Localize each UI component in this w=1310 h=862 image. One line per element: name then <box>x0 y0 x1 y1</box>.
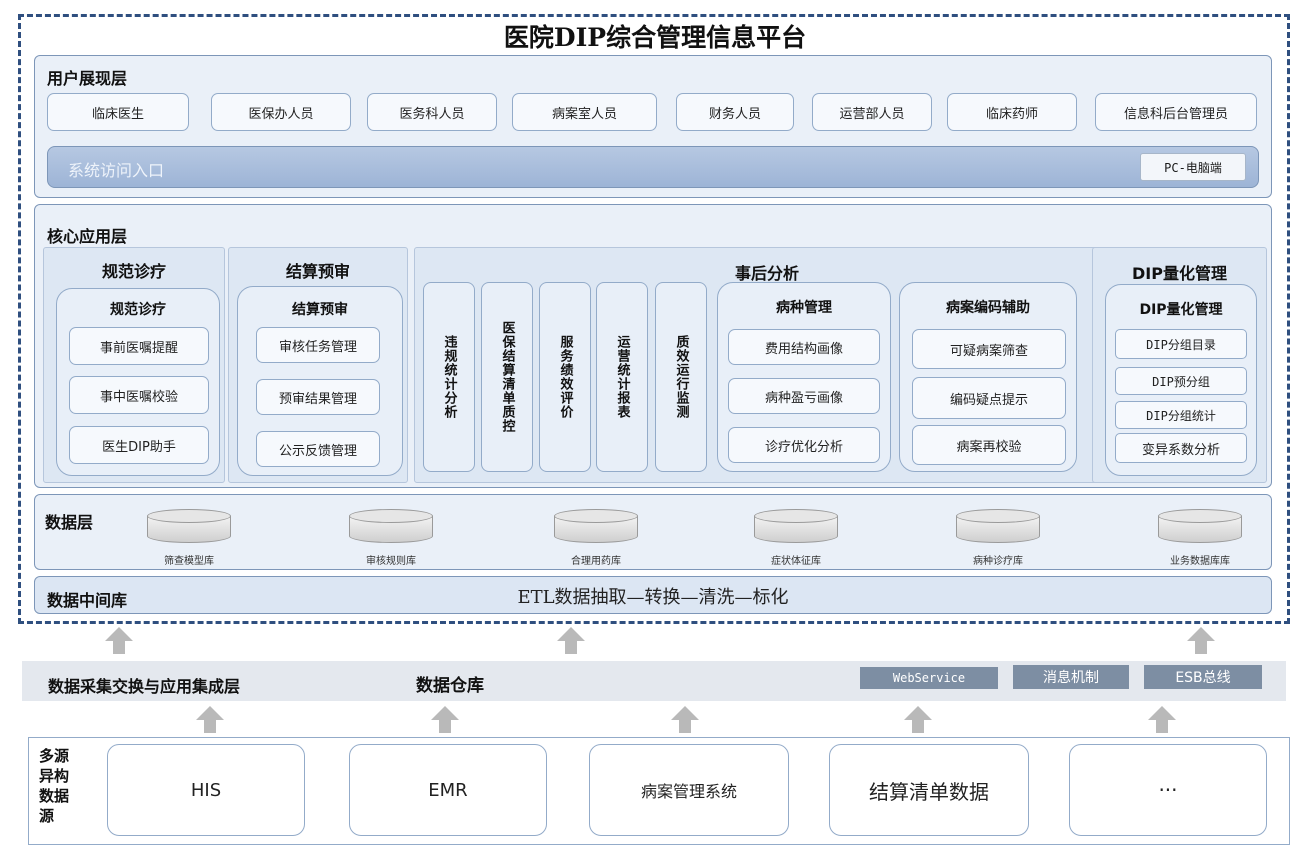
db-cylinder-symptoms <box>754 509 838 547</box>
role-operations-staff[interactable]: 运营部人员 <box>812 93 932 131</box>
middle-layer: 数据中间库 ETL数据抽取—转换—清洗—标化 <box>34 576 1272 614</box>
post-operations-report[interactable]: 运营统计报表 <box>596 282 648 472</box>
db-label-rules: 审核规则库 <box>366 556 416 567</box>
role-medical-affairs[interactable]: 医务科人员 <box>367 93 497 131</box>
coding-assist-title: 病案编码辅助 <box>946 300 1030 316</box>
dip-item-stats[interactable]: DIP分组统计 <box>1115 401 1247 429</box>
norm-inner: 规范诊疗 事前医嘱提醒 事中医嘱校验 医生DIP助手 <box>56 288 220 476</box>
settle-inner-title: 结算预审 <box>292 302 348 318</box>
coding-item-hints[interactable]: 编码疑点提示 <box>912 377 1066 419</box>
disease-item-optimize[interactable]: 诊疗优化分析 <box>728 427 880 463</box>
db-label-disease: 病种诊疗库 <box>973 556 1023 567</box>
db-cylinder-medication <box>554 509 638 547</box>
source-layer-label: 多源异构数据源 <box>39 747 70 825</box>
db-label-business: 业务数据库库 <box>1170 556 1230 567</box>
db-label-medication: 合理用药库 <box>571 556 621 567</box>
db-cylinder-disease <box>956 509 1040 547</box>
role-finance-staff[interactable]: 财务人员 <box>676 93 794 131</box>
db-label-symptoms: 症状体征库 <box>771 556 821 567</box>
norm-panel: 规范诊疗 规范诊疗 事前医嘱提醒 事中医嘱校验 医生DIP助手 <box>43 247 225 483</box>
post-panel-title: 事后分析 <box>734 264 799 283</box>
source-emr[interactable]: EMR <box>349 744 547 836</box>
role-it-admin[interactable]: 信息科后台管理员 <box>1095 93 1257 131</box>
dip-item-variation[interactable]: 变异系数分析 <box>1115 433 1247 463</box>
role-records-staff[interactable]: 病案室人员 <box>512 93 657 131</box>
arrow-up-icon <box>431 706 459 733</box>
settle-item-feedback[interactable]: 公示反馈管理 <box>256 431 380 467</box>
coding-assist-box: 病案编码辅助 可疑病案筛查 编码疑点提示 病案再校验 <box>899 282 1077 472</box>
access-entry-bar[interactable]: 系统访问入口 PC-电脑端 <box>47 146 1259 188</box>
disease-item-profit[interactable]: 病种盈亏画像 <box>728 378 880 414</box>
tag-esb: ESB总线 <box>1144 665 1262 689</box>
db-label-screening: 筛查模型库 <box>164 556 214 567</box>
data-warehouse-label: 数据仓库 <box>416 676 484 696</box>
norm-inner-title: 规范诊疗 <box>110 302 166 318</box>
post-quality-monitor-label: 质效运行监测 <box>673 335 689 419</box>
norm-item-dip-assistant[interactable]: 医生DIP助手 <box>69 426 209 464</box>
dip-inner: DIP量化管理 DIP分组目录 DIP预分组 DIP分组统计 变异系数分析 <box>1105 284 1257 476</box>
post-quality-monitor[interactable]: 质效运行监测 <box>655 282 707 472</box>
post-settlement-qc[interactable]: 医保结算清单质控 <box>481 282 533 472</box>
norm-item-pre-order[interactable]: 事前医嘱提醒 <box>69 327 209 365</box>
tag-message: 消息机制 <box>1013 665 1129 689</box>
dip-item-catalog[interactable]: DIP分组目录 <box>1115 329 1247 359</box>
post-panel: 事后分析 违规统计分析 医保结算清单质控 服务绩效评价 运营统计报表 质效运行监… <box>414 247 1120 483</box>
arrow-up-icon <box>1148 706 1176 733</box>
user-layer-label: 用户展现层 <box>47 69 128 88</box>
settle-panel: 结算预审 结算预审 审核任务管理 预审结果管理 公示反馈管理 <box>228 247 408 483</box>
arrow-up-icon <box>557 627 585 654</box>
etl-process-text: ETL数据抽取—转换—清洗—标化 <box>517 587 789 608</box>
settle-item-task[interactable]: 审核任务管理 <box>256 327 380 363</box>
core-layer: 核心应用层 规范诊疗 规范诊疗 事前医嘱提醒 事中医嘱校验 医生DIP助手 结算… <box>34 204 1272 488</box>
user-layer: 用户展现层 临床医生 医保办人员 医务科人员 病案室人员 财务人员 运营部人员 … <box>34 55 1272 198</box>
data-layer: 数据层 筛查模型库 审核规则库 合理用药库 症状体征库 病种诊疗库 业务数据库库 <box>34 494 1272 570</box>
role-insurance-staff[interactable]: 医保办人员 <box>211 93 351 131</box>
post-violation-stats-label: 违规统计分析 <box>441 335 457 419</box>
collect-layer: 数据采集交换与应用集成层 数据仓库 WebService 消息机制 ESB总线 <box>22 661 1286 701</box>
arrow-up-icon <box>105 627 133 654</box>
access-entry-label: 系统访问入口 <box>68 161 165 180</box>
access-device-button[interactable]: PC-电脑端 <box>1140 153 1246 181</box>
post-performance-eval-label: 服务绩效评价 <box>557 335 573 419</box>
tag-webservice: WebService <box>860 667 998 689</box>
db-cylinder-business <box>1158 509 1242 547</box>
settle-item-result[interactable]: 预审结果管理 <box>256 379 380 415</box>
collect-layer-label: 数据采集交换与应用集成层 <box>48 677 241 696</box>
settle-panel-title: 结算预审 <box>285 262 350 281</box>
data-layer-label: 数据层 <box>45 513 94 532</box>
arrow-up-icon <box>196 706 224 733</box>
source-settlement-data[interactable]: 结算清单数据 <box>829 744 1029 836</box>
disease-mgmt-title: 病种管理 <box>776 300 832 316</box>
norm-panel-title: 规范诊疗 <box>101 262 166 281</box>
source-records-system[interactable]: 病案管理系统 <box>589 744 789 836</box>
platform-title: 医院DIP综合管理信息平台 <box>503 23 807 52</box>
role-clinical-pharmacist[interactable]: 临床药师 <box>947 93 1077 131</box>
post-operations-report-label: 运营统计报表 <box>614 335 630 419</box>
db-cylinder-rules <box>349 509 433 547</box>
source-layer: 多源异构数据源 HIS EMR 病案管理系统 结算清单数据 ··· <box>28 737 1290 845</box>
disease-mgmt-box: 病种管理 费用结构画像 病种盈亏画像 诊疗优化分析 <box>717 282 891 472</box>
post-performance-eval[interactable]: 服务绩效评价 <box>539 282 591 472</box>
role-clinical-doctor[interactable]: 临床医生 <box>47 93 189 131</box>
source-more[interactable]: ··· <box>1069 744 1267 836</box>
dip-inner-title: DIP量化管理 <box>1139 302 1223 318</box>
dip-panel: DIP量化管理 DIP量化管理 DIP分组目录 DIP预分组 DIP分组统计 变… <box>1092 247 1267 483</box>
arrow-up-icon <box>1187 627 1215 654</box>
post-violation-stats[interactable]: 违规统计分析 <box>423 282 475 472</box>
settle-inner: 结算预审 审核任务管理 预审结果管理 公示反馈管理 <box>237 286 403 476</box>
post-settlement-qc-label: 医保结算清单质控 <box>499 321 515 433</box>
source-his[interactable]: HIS <box>107 744 305 836</box>
core-layer-label: 核心应用层 <box>47 227 128 246</box>
db-cylinder-screening <box>147 509 231 547</box>
arrow-up-icon <box>904 706 932 733</box>
coding-item-suspicious[interactable]: 可疑病案筛查 <box>912 329 1066 369</box>
dip-item-pregroup[interactable]: DIP预分组 <box>1115 367 1247 395</box>
dip-panel-title: DIP量化管理 <box>1132 264 1227 283</box>
disease-item-cost[interactable]: 费用结构画像 <box>728 329 880 365</box>
arrow-up-icon <box>671 706 699 733</box>
coding-item-recheck[interactable]: 病案再校验 <box>912 425 1066 465</box>
norm-item-mid-order[interactable]: 事中医嘱校验 <box>69 376 209 414</box>
